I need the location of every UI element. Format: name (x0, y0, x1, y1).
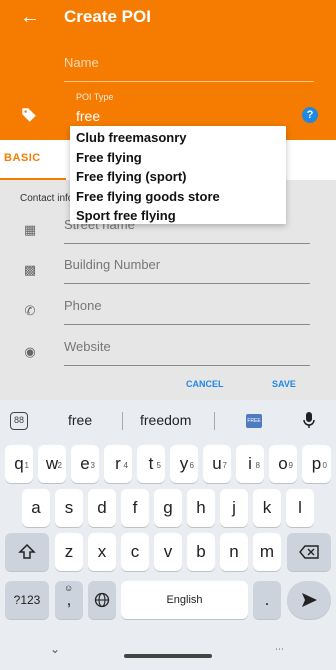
suggestion-item[interactable]: freedom (140, 412, 191, 428)
website-placeholder: Website (64, 339, 111, 354)
globe-icon (94, 592, 110, 608)
poi-type-dropdown: Club freemasonry Free flying Free flying… (70, 126, 286, 224)
key-o[interactable]: o9 (269, 445, 297, 483)
name-input[interactable]: Name (64, 54, 314, 82)
city-icon: ▩ (23, 262, 37, 277)
dropdown-item[interactable]: Free flying (sport) (70, 167, 286, 187)
emoji-suggestion[interactable]: FREE (246, 414, 262, 428)
contact-info-label: Contact info (20, 193, 74, 204)
building-number-row: ▩ Building Number (0, 252, 336, 292)
app-header: ← Create POI Name POI Type free ? (0, 0, 336, 140)
emoji-icon: ☺ (64, 583, 74, 593)
website-row: ◉ Website (0, 334, 336, 374)
microphone-icon[interactable] (302, 411, 316, 429)
dropdown-item[interactable]: Free flying (70, 148, 286, 168)
key-e[interactable]: e3 (71, 445, 99, 483)
dialog-actions: CANCEL SAVE (0, 370, 336, 400)
key-y[interactable]: y6 (170, 445, 198, 483)
send-arrow-icon (302, 593, 317, 607)
hide-keyboard-chevron-icon[interactable]: ⌄ (50, 642, 60, 656)
backspace-key[interactable] (287, 533, 331, 571)
key-r[interactable]: r4 (104, 445, 132, 483)
keyboard-switch-icon[interactable]: ⋯ (275, 644, 284, 655)
back-arrow-icon[interactable]: ← (20, 7, 40, 27)
suggestion-bar: 88 free freedom FREE (0, 400, 336, 440)
key-a[interactable]: a (22, 489, 50, 527)
key-z[interactable]: z (55, 533, 83, 571)
emoji-comma-key[interactable]: ☺ , (55, 581, 83, 619)
language-key[interactable] (88, 581, 116, 619)
key-t[interactable]: t5 (137, 445, 165, 483)
soft-keyboard: 88 free freedom FREE q1 w2 e3 r4 t5 y6 u… (0, 400, 336, 670)
key-p[interactable]: p0 (302, 445, 331, 483)
phone-input[interactable]: Phone (64, 297, 310, 325)
grid-menu-icon[interactable]: 88 (10, 412, 28, 430)
key-j[interactable]: j (220, 489, 248, 527)
tag-icon (22, 108, 36, 122)
home-gesture-bar[interactable] (124, 654, 212, 658)
key-v[interactable]: v (154, 533, 182, 571)
building-number-placeholder: Building Number (64, 257, 161, 272)
name-placeholder: Name (64, 55, 99, 70)
key-h[interactable]: h (187, 489, 215, 527)
suggestion-item[interactable]: free (68, 412, 92, 428)
key-x[interactable]: x (88, 533, 116, 571)
key-l[interactable]: l (286, 489, 314, 527)
system-nav-bar: ⌄ ⋯ (0, 626, 336, 670)
poi-type-label: POI Type (76, 92, 114, 102)
backspace-icon (299, 545, 319, 559)
period-key[interactable]: . (253, 581, 281, 619)
website-input[interactable]: Website (64, 338, 310, 366)
page-title: Create POI (64, 7, 151, 26)
key-u[interactable]: u7 (203, 445, 231, 483)
phone-row: ✆ Phone (0, 293, 336, 333)
shift-icon (18, 543, 36, 559)
key-m[interactable]: m (253, 533, 281, 571)
shift-key[interactable] (5, 533, 49, 571)
key-d[interactable]: d (88, 489, 116, 527)
suggestion-divider (122, 412, 123, 430)
key-q[interactable]: q1 (5, 445, 33, 483)
poi-type-input[interactable]: free (76, 108, 100, 124)
key-i[interactable]: i8 (236, 445, 264, 483)
phone-placeholder: Phone (64, 298, 102, 313)
key-b[interactable]: b (187, 533, 215, 571)
key-s[interactable]: s (55, 489, 83, 527)
building-icon: ▦ (23, 222, 37, 237)
building-number-input[interactable]: Building Number (64, 256, 310, 284)
key-g[interactable]: g (154, 489, 182, 527)
cancel-button[interactable]: CANCEL (186, 379, 224, 389)
key-w[interactable]: w2 (38, 445, 66, 483)
dropdown-item[interactable]: Club freemasonry (70, 128, 286, 148)
dropdown-item[interactable]: Sport free flying (70, 206, 286, 226)
space-key[interactable]: English (121, 581, 248, 619)
symbols-key[interactable]: ?123 (5, 581, 49, 619)
key-n[interactable]: n (220, 533, 248, 571)
key-k[interactable]: k (253, 489, 281, 527)
key-f[interactable]: f (121, 489, 149, 527)
dropdown-item[interactable]: Free flying goods store (70, 187, 286, 207)
globe-icon: ◉ (24, 344, 36, 359)
phone-icon: ✆ (24, 303, 36, 318)
suggestion-divider (214, 412, 215, 430)
tab-basic[interactable]: BASIC (4, 152, 41, 164)
key-c[interactable]: c (121, 533, 149, 571)
enter-key[interactable] (287, 581, 331, 619)
save-button[interactable]: SAVE (272, 379, 296, 389)
help-icon[interactable]: ? (302, 107, 318, 123)
